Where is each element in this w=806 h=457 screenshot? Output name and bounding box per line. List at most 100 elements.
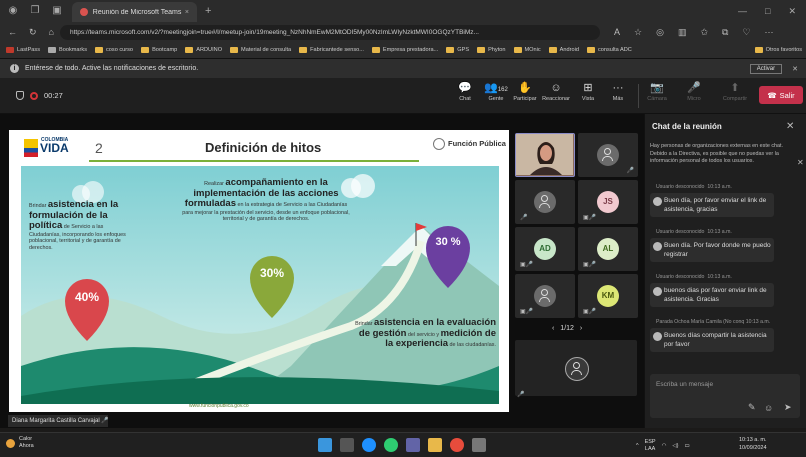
read-aloud-icon[interactable]: A [614,27,620,37]
percent-badge-30: 30% [259,266,285,280]
participant-tile[interactable]: KM ▣🎤 [578,274,638,318]
tab-actions-icon[interactable]: ▣ [50,4,64,18]
participant-tile-video[interactable] [515,133,575,177]
participant-tile[interactable]: 🎤 [578,133,638,177]
message-meta: Usuario desconocido 10:13 a.m. [656,229,732,235]
browser-tab-bar: ◉ ❐ ▣ Reunión de Microsoft Teams × + — □… [0,0,806,22]
start-icon[interactable] [318,438,332,452]
minimize-button[interactable]: — [738,6,747,17]
avatar [653,197,662,206]
bookmark-folder[interactable]: Phyton [477,47,506,53]
battery-icon[interactable]: ▭ [684,443,689,449]
bookmark-folder[interactable]: Fabricantede senso... [299,47,364,53]
home-icon[interactable]: ⌂ [49,27,54,37]
url-input[interactable]: https://teams.microsoft.com/v2/?meetingj… [59,24,600,40]
close-banner-icon[interactable]: ✕ [792,65,798,73]
participant-tile[interactable]: JS ▣🎤 [578,180,638,224]
participant-tile[interactable]: AD ▣🎤 [515,227,575,271]
mic-button[interactable]: 🎤 Micro [679,81,709,102]
slide-page-number: 2 [95,140,103,156]
view-button[interactable]: ⊞ Vista [573,81,603,102]
volume-icon[interactable]: ◁) [672,443,678,449]
close-tab-icon[interactable]: × [185,9,189,16]
bookmark-folder[interactable]: coso curso [95,47,133,53]
chevron-up-icon[interactable]: ^ [636,443,639,449]
bookmark-folder[interactable]: GPS [446,47,469,53]
split-screen-icon[interactable]: ▥ [678,27,687,38]
emoji-icon[interactable]: ☺ [764,403,773,413]
maximize-button[interactable]: □ [765,6,770,17]
edge-icon[interactable] [362,438,376,452]
weather-widget[interactable]: Calor Ahora [6,436,34,450]
new-tab-button[interactable]: + [205,5,211,17]
react-button[interactable]: ☺ Reaccionar [541,81,571,102]
hand-icon: ✋ [518,82,532,94]
bookmark-folder[interactable]: ARDUINO [185,47,222,53]
participant-tile[interactable]: AL ▣🎤 [578,227,638,271]
back-icon[interactable]: ← [8,27,17,37]
funcion-publica-logo: Función Pública [433,138,506,150]
format-icon[interactable]: ✎ [748,402,756,413]
bookmark-folder[interactable]: Empresa prestadora... [371,47,438,53]
extensions-icon[interactable]: ♡ [742,27,750,38]
shared-slide: COLOMBIA VIDA 2 Definición de hitos Func… [9,130,509,412]
chat-message[interactable]: Buen día, por favor enviar el link de as… [650,193,774,217]
leave-button[interactable]: ☎ Salir [759,86,803,104]
milestone-2-text: Realizar acompañamiento en la implementa… [182,177,350,223]
reload-icon[interactable]: ↻ [29,27,37,38]
more-button[interactable]: ··· Más [603,81,633,102]
chevron-left-icon[interactable]: ‹ [552,325,554,332]
favorites-icon[interactable]: ✩ [700,27,708,38]
chat-message[interactable]: Buenos días compartir la asistencia por … [650,328,774,352]
browser-tab[interactable]: Reunión de Microsoft Teams × [72,2,197,22]
task-view-icon[interactable] [340,438,354,452]
self-view-tile[interactable] [515,340,637,396]
chevron-right-icon[interactable]: › [580,325,582,332]
chat-message[interactable]: Buen día. Por favor donde me puedo regis… [650,238,774,262]
activate-button[interactable]: Activar [749,63,783,74]
send-icon[interactable]: ➤ [784,402,792,413]
camera-button[interactable]: 📷 Cámara [642,81,672,102]
folder-icon [754,47,763,53]
chat-message[interactable]: buenos dias por favor enviar link de asi… [650,283,774,307]
participant-tile[interactable]: 🎤 [515,180,575,224]
settings-icon[interactable] [472,438,486,452]
teams-icon[interactable] [406,438,420,452]
message-meta: Parada Ochoa María Camila (No conq 10:13… [656,319,771,325]
people-button[interactable]: 👥162 Gente [481,81,511,102]
weather-icon [6,438,15,448]
bookmark-folder[interactable]: Material de consulta [230,47,291,53]
settings-menu-icon[interactable]: ··· [765,27,774,37]
avatar [653,287,662,296]
bookmark-folder[interactable]: Android [548,47,579,53]
message-compose-box[interactable]: Escriba un mensaje ✎ ☺ ➤ [650,374,800,418]
bookmark-folder[interactable]: Bootcamp [141,47,177,53]
collections-icon[interactable]: ⧉ [722,27,728,38]
raise-hand-button[interactable]: ✋ Participar [510,81,540,102]
participant-tile[interactable]: ▣🎤 [515,274,575,318]
bookmark-folder[interactable]: MOnic [513,47,541,53]
wifi-icon[interactable]: ◠ [662,443,667,449]
window-controls: — □ ✕ [738,6,806,17]
clock[interactable]: 10:13 a. m. 10/09/2024 [739,437,767,452]
whatsapp-icon[interactable] [384,438,398,452]
favorite-icon[interactable]: ☆ [634,27,642,38]
share-button[interactable]: ⬆ Compartir [720,81,750,102]
refresh-page-icon[interactable]: ◎ [656,27,664,38]
folder-icon [586,47,595,53]
meeting-timer: 00:27 [16,91,63,100]
chrome-icon[interactable] [450,438,464,452]
close-window-button[interactable]: ✕ [788,6,796,17]
file-explorer-icon[interactable] [428,438,442,452]
other-favorites[interactable]: Otros favoritos [754,47,802,53]
bookmark-lastpass[interactable]: LastPass [6,47,40,53]
close-chat-icon[interactable]: ✕ [786,121,794,132]
dismiss-notice-icon[interactable]: ✕ [797,158,804,167]
profile-icon[interactable]: ◉ [6,4,20,18]
language-indicator[interactable]: ESP LAA [645,439,656,453]
chat-button[interactable]: 💬 Chat [450,81,480,102]
mic-muted-icon: ▣🎤 [583,309,597,315]
bookmark-folder[interactable]: consulta ADC [586,47,632,53]
bookmark-bookmarks[interactable]: Bookmarks [48,47,87,53]
workspaces-icon[interactable]: ❐ [28,4,42,18]
